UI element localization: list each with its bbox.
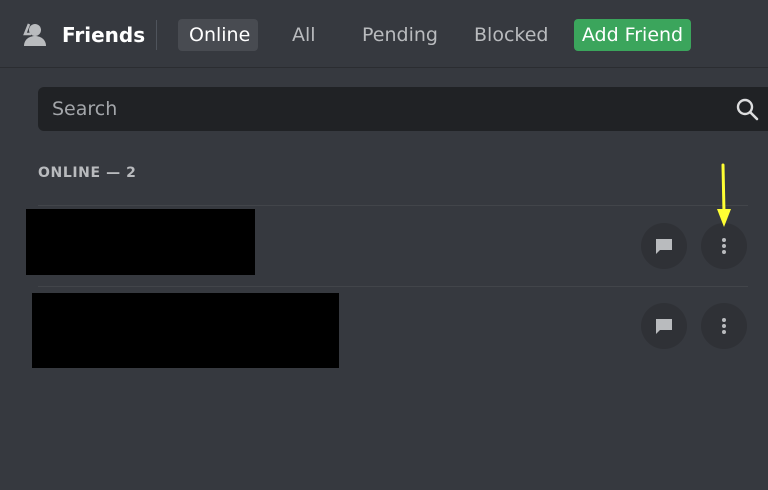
search-input[interactable] bbox=[52, 87, 712, 131]
add-friend-button[interactable]: Add Friend bbox=[574, 19, 691, 51]
friends-header: Friends Online All Pending Blocked Add F… bbox=[0, 0, 768, 68]
row-divider bbox=[38, 286, 748, 287]
redacted-friend-info bbox=[26, 209, 255, 275]
more-options-icon bbox=[722, 238, 726, 254]
annotation-arrow-icon bbox=[717, 163, 731, 227]
search-bar bbox=[38, 87, 768, 131]
message-button[interactable] bbox=[641, 223, 687, 269]
more-options-icon bbox=[722, 318, 726, 334]
message-icon bbox=[656, 319, 672, 334]
more-options-button[interactable] bbox=[701, 303, 747, 349]
page-title: Friends bbox=[62, 23, 146, 47]
online-count-label: ONLINE — 2 bbox=[38, 165, 137, 181]
tab-blocked[interactable]: Blocked bbox=[463, 19, 559, 51]
search-icon[interactable] bbox=[735, 97, 759, 121]
row-divider bbox=[38, 205, 748, 206]
tab-all[interactable]: All bbox=[281, 19, 327, 51]
message-button[interactable] bbox=[641, 303, 687, 349]
message-icon bbox=[656, 239, 672, 254]
redacted-friend-info bbox=[32, 293, 339, 368]
friends-icon bbox=[23, 23, 46, 46]
header-divider bbox=[156, 20, 157, 50]
tab-pending[interactable]: Pending bbox=[351, 19, 449, 51]
tab-online[interactable]: Online bbox=[178, 19, 258, 51]
